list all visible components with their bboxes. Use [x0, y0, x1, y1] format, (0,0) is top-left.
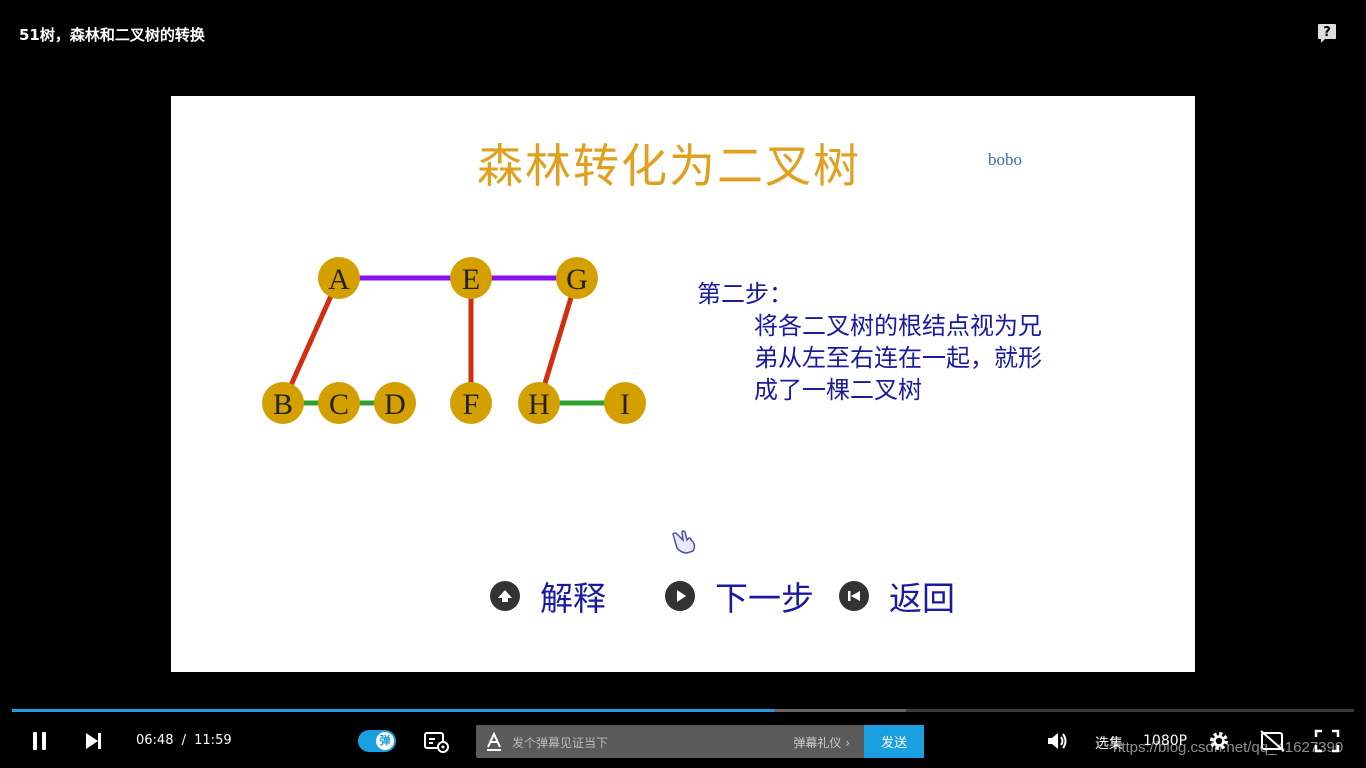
- node-label: E: [462, 263, 480, 296]
- time-display: 06:48 / 11:59: [136, 733, 232, 748]
- danmaku-settings-icon[interactable]: [424, 730, 450, 754]
- node-G: G: [556, 257, 598, 299]
- next-step-label: 下一步: [715, 579, 814, 618]
- node-label: A: [328, 263, 350, 296]
- send-button[interactable]: 发送: [864, 725, 924, 758]
- back-label: 返回: [889, 579, 955, 618]
- node-label: B: [273, 388, 293, 421]
- help-icon[interactable]: ?: [1316, 22, 1338, 44]
- progress-played: [12, 709, 775, 712]
- svg-text:?: ?: [1323, 25, 1331, 40]
- danmaku-toggle[interactable]: 弹: [358, 730, 396, 752]
- node-B: B: [262, 382, 304, 424]
- danmaku-input[interactable]: [510, 725, 774, 760]
- step-title: 第二步：: [697, 280, 793, 308]
- explain-label: 解释: [540, 579, 606, 618]
- step-description: 第二步： 将各二叉树的根结点视为兄弟从左至右连在一起，就形成了一棵二叉树: [697, 278, 1057, 406]
- arrow-up-icon: [490, 581, 520, 611]
- danmaku-etiquette-link[interactable]: 弹幕礼仪 ›: [793, 734, 850, 751]
- node-label: H: [528, 388, 550, 421]
- duration: 11:59: [194, 733, 232, 748]
- back-button[interactable]: 返回: [839, 574, 955, 618]
- current-time: 06:48: [136, 733, 174, 748]
- node-label: I: [620, 388, 630, 421]
- node-H: H: [518, 382, 560, 424]
- progress-bar[interactable]: [12, 709, 1354, 712]
- text-style-icon[interactable]: [485, 731, 503, 752]
- node-label: G: [566, 263, 588, 296]
- next-episode-icon[interactable]: [83, 730, 105, 752]
- node-label: C: [329, 388, 349, 421]
- node-I: I: [604, 382, 646, 424]
- node-label: D: [384, 388, 406, 421]
- danmaku-toggle-label: 弹: [376, 732, 394, 750]
- pause-icon[interactable]: [29, 730, 51, 752]
- node-label: F: [463, 388, 480, 421]
- slide-area: 森林转化为二叉树 bobo AEGBCDFHI 第二步： 将各二叉树的根结点视为…: [171, 96, 1195, 672]
- play-arrow-icon: [665, 581, 695, 611]
- next-step-button[interactable]: 下一步: [665, 574, 814, 618]
- node-E: E: [450, 257, 492, 299]
- hand-pointer-icon: [669, 526, 699, 556]
- step-body: 将各二叉树的根结点视为兄弟从左至右连在一起，就形成了一棵二叉树: [754, 312, 1042, 404]
- time-separator: /: [181, 733, 186, 748]
- volume-icon[interactable]: [1045, 729, 1069, 753]
- danmaku-etiquette-label: 弹幕礼仪: [793, 736, 842, 750]
- skip-back-icon: [839, 581, 869, 611]
- url-watermark: https://blog.csdn.net/qq_41627390: [1113, 739, 1344, 756]
- node-D: D: [374, 382, 416, 424]
- node-C: C: [318, 382, 360, 424]
- danmaku-bar: 弹幕礼仪 ›: [476, 725, 864, 760]
- node-F: F: [450, 382, 492, 424]
- node-A: A: [318, 257, 360, 299]
- video-title: 51树，森林和二叉树的转换: [19, 26, 205, 44]
- explain-button[interactable]: 解释: [490, 574, 606, 618]
